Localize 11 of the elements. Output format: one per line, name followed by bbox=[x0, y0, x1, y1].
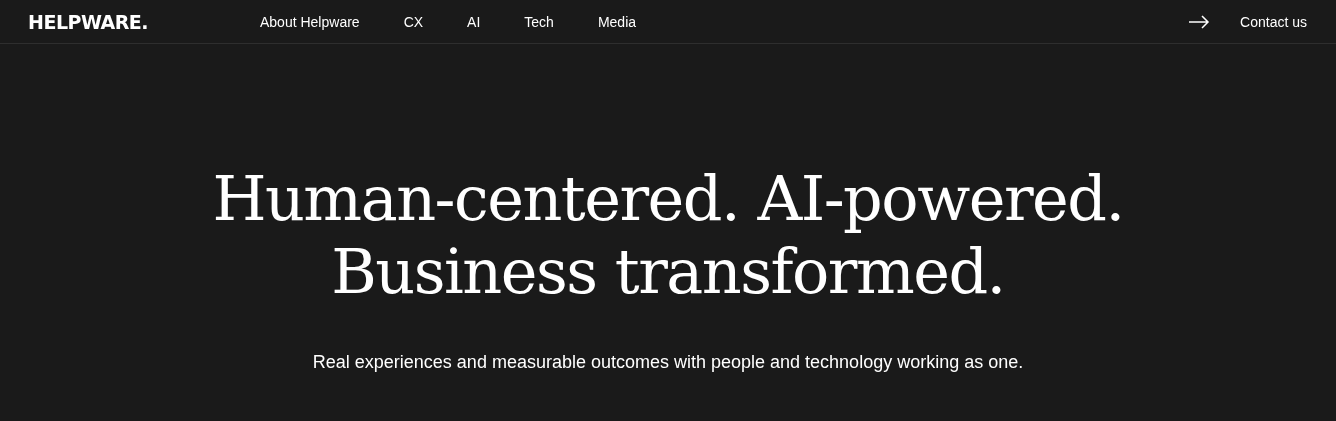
nav-link[interactable]: Tech bbox=[524, 13, 554, 30]
nav-link[interactable]: AI bbox=[467, 13, 481, 30]
logo[interactable]: HELPWARE. bbox=[28, 10, 260, 33]
subtitle: Real experiences and measurable outcomes with people and technology working as one. bbox=[312, 352, 1024, 373]
nav-link[interactable]: About Helpware bbox=[260, 13, 360, 30]
arrow-right-icon bbox=[1188, 14, 1211, 29]
nav-link[interactable]: CX bbox=[403, 13, 424, 30]
headline: Business transformed. bbox=[330, 235, 1006, 308]
contact-link[interactable]: Contact us bbox=[1240, 13, 1307, 30]
headline: Human-centered. AI-powered. bbox=[212, 162, 1124, 235]
nav-link[interactable]: Media bbox=[597, 13, 637, 30]
